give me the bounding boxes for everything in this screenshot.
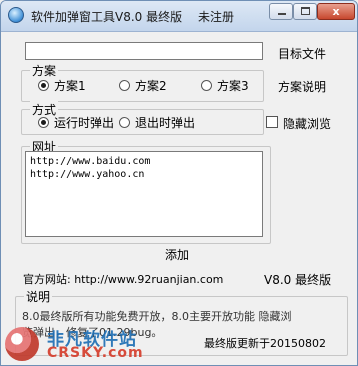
maximize-button[interactable] (293, 3, 317, 20)
scheme-3-radio[interactable] (201, 80, 212, 91)
update-date-label: 最终版更新于20150802 (204, 337, 326, 350)
version-label: V8.0 最终版 (264, 273, 332, 287)
scheme-help-button[interactable]: 方案说明 (278, 78, 326, 95)
close-icon: x (332, 5, 340, 18)
window-title: 软件加弹窗工具V8.0 最终版 (31, 10, 183, 24)
scheme-1-label[interactable]: 方案1 (54, 77, 86, 94)
site-watermark: 非凡软件站 CRSKY.com (1, 323, 171, 365)
scheme-2-radio[interactable] (119, 80, 130, 91)
target-file-button[interactable]: 目标文件 (278, 45, 326, 62)
close-button[interactable]: x (317, 3, 355, 20)
hide-browse-checkbox[interactable] (266, 116, 278, 128)
add-button[interactable]: 添加 (165, 246, 189, 263)
minimize-icon (278, 13, 286, 15)
run-popup-radio[interactable] (38, 117, 49, 128)
exit-popup-label[interactable]: 退出时弹出 (135, 114, 195, 131)
app-window: 软件加弹窗工具V8.0 最终版 未注册 x 目标文件 方案 方案1 方案2 方案… (0, 0, 358, 366)
target-file-input[interactable] (25, 42, 263, 60)
scheme-2-label[interactable]: 方案2 (135, 77, 167, 94)
hide-browse-label[interactable]: 隐藏浏览 (283, 115, 331, 132)
mode-group: 方式 运行时弹出 退出时弹出 (21, 101, 264, 135)
official-site-text: 官方网站: http://www.92ruanjian.com (23, 273, 224, 286)
scheme-group: 方案 方案1 方案2 方案3 (21, 62, 264, 102)
registration-status: 未注册 (198, 10, 235, 24)
url-line: http://www.yahoo.cn (30, 169, 145, 180)
maximize-icon (301, 7, 310, 15)
title-bar: 软件加弹窗工具V8.0 最终版 未注册 x (1, 1, 357, 32)
url-line: http://www.baidu.com (30, 156, 151, 167)
exit-popup-radio[interactable] (119, 117, 130, 128)
watermark-logo-icon (5, 327, 39, 361)
scheme-3-label[interactable]: 方案3 (217, 77, 249, 94)
notes-group-title: 说明 (24, 288, 53, 305)
scheme-1-radio[interactable] (38, 80, 49, 91)
app-icon (8, 7, 24, 23)
url-textarea[interactable]: http://www.baidu.com http://www.yahoo.cn (25, 151, 263, 237)
minimize-button[interactable] (269, 3, 293, 20)
watermark-domain: CRSKY.com (47, 345, 144, 361)
run-popup-label[interactable]: 运行时弹出 (54, 114, 114, 131)
